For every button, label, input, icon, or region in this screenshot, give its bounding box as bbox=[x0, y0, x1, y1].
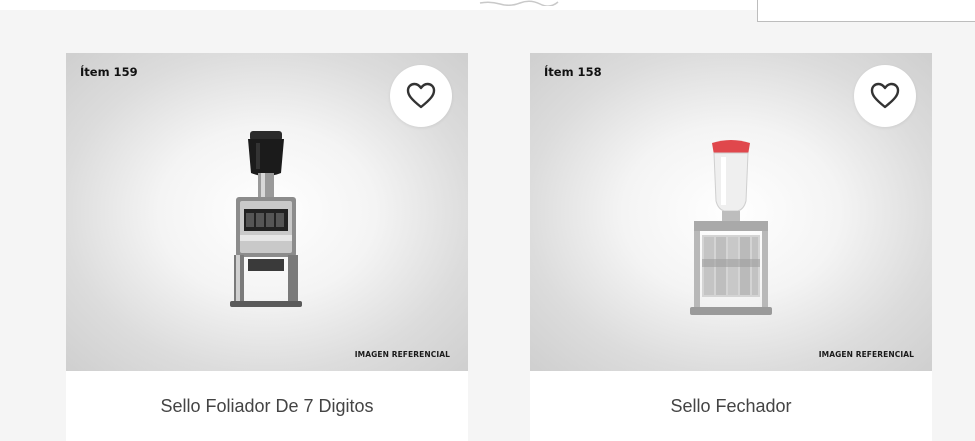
logo-fragment bbox=[479, 0, 559, 6]
header-search-box[interactable] bbox=[757, 0, 975, 22]
reference-image-label: IMAGEN REFERENCIAL bbox=[354, 350, 450, 359]
product-grid-page: Ítem 159 IMAGEN REFERENCIAL Sello Foliad… bbox=[0, 0, 975, 441]
date-stamp-icon bbox=[690, 140, 772, 315]
product-card[interactable]: Ítem 158 IMAGEN REFERENCIAL Sello Fechad… bbox=[530, 53, 932, 441]
favorite-button[interactable] bbox=[854, 65, 916, 127]
product-title[interactable]: Sello Foliador De 7 Digitos bbox=[66, 371, 468, 441]
product-card[interactable]: Ítem 159 IMAGEN REFERENCIAL Sello Foliad… bbox=[66, 53, 468, 441]
product-title[interactable]: Sello Fechador bbox=[530, 371, 932, 441]
heart-outline-icon bbox=[870, 82, 900, 109]
product-image[interactable]: Ítem 159 IMAGEN REFERENCIAL bbox=[66, 53, 468, 371]
favorite-button[interactable] bbox=[390, 65, 452, 127]
item-number-label: Ítem 159 bbox=[80, 65, 138, 79]
item-number-label: Ítem 158 bbox=[544, 65, 602, 79]
product-image[interactable]: Ítem 158 IMAGEN REFERENCIAL bbox=[530, 53, 932, 371]
numbering-stamp-icon bbox=[230, 131, 302, 307]
reference-image-label: IMAGEN REFERENCIAL bbox=[818, 350, 914, 359]
heart-outline-icon bbox=[406, 82, 436, 109]
